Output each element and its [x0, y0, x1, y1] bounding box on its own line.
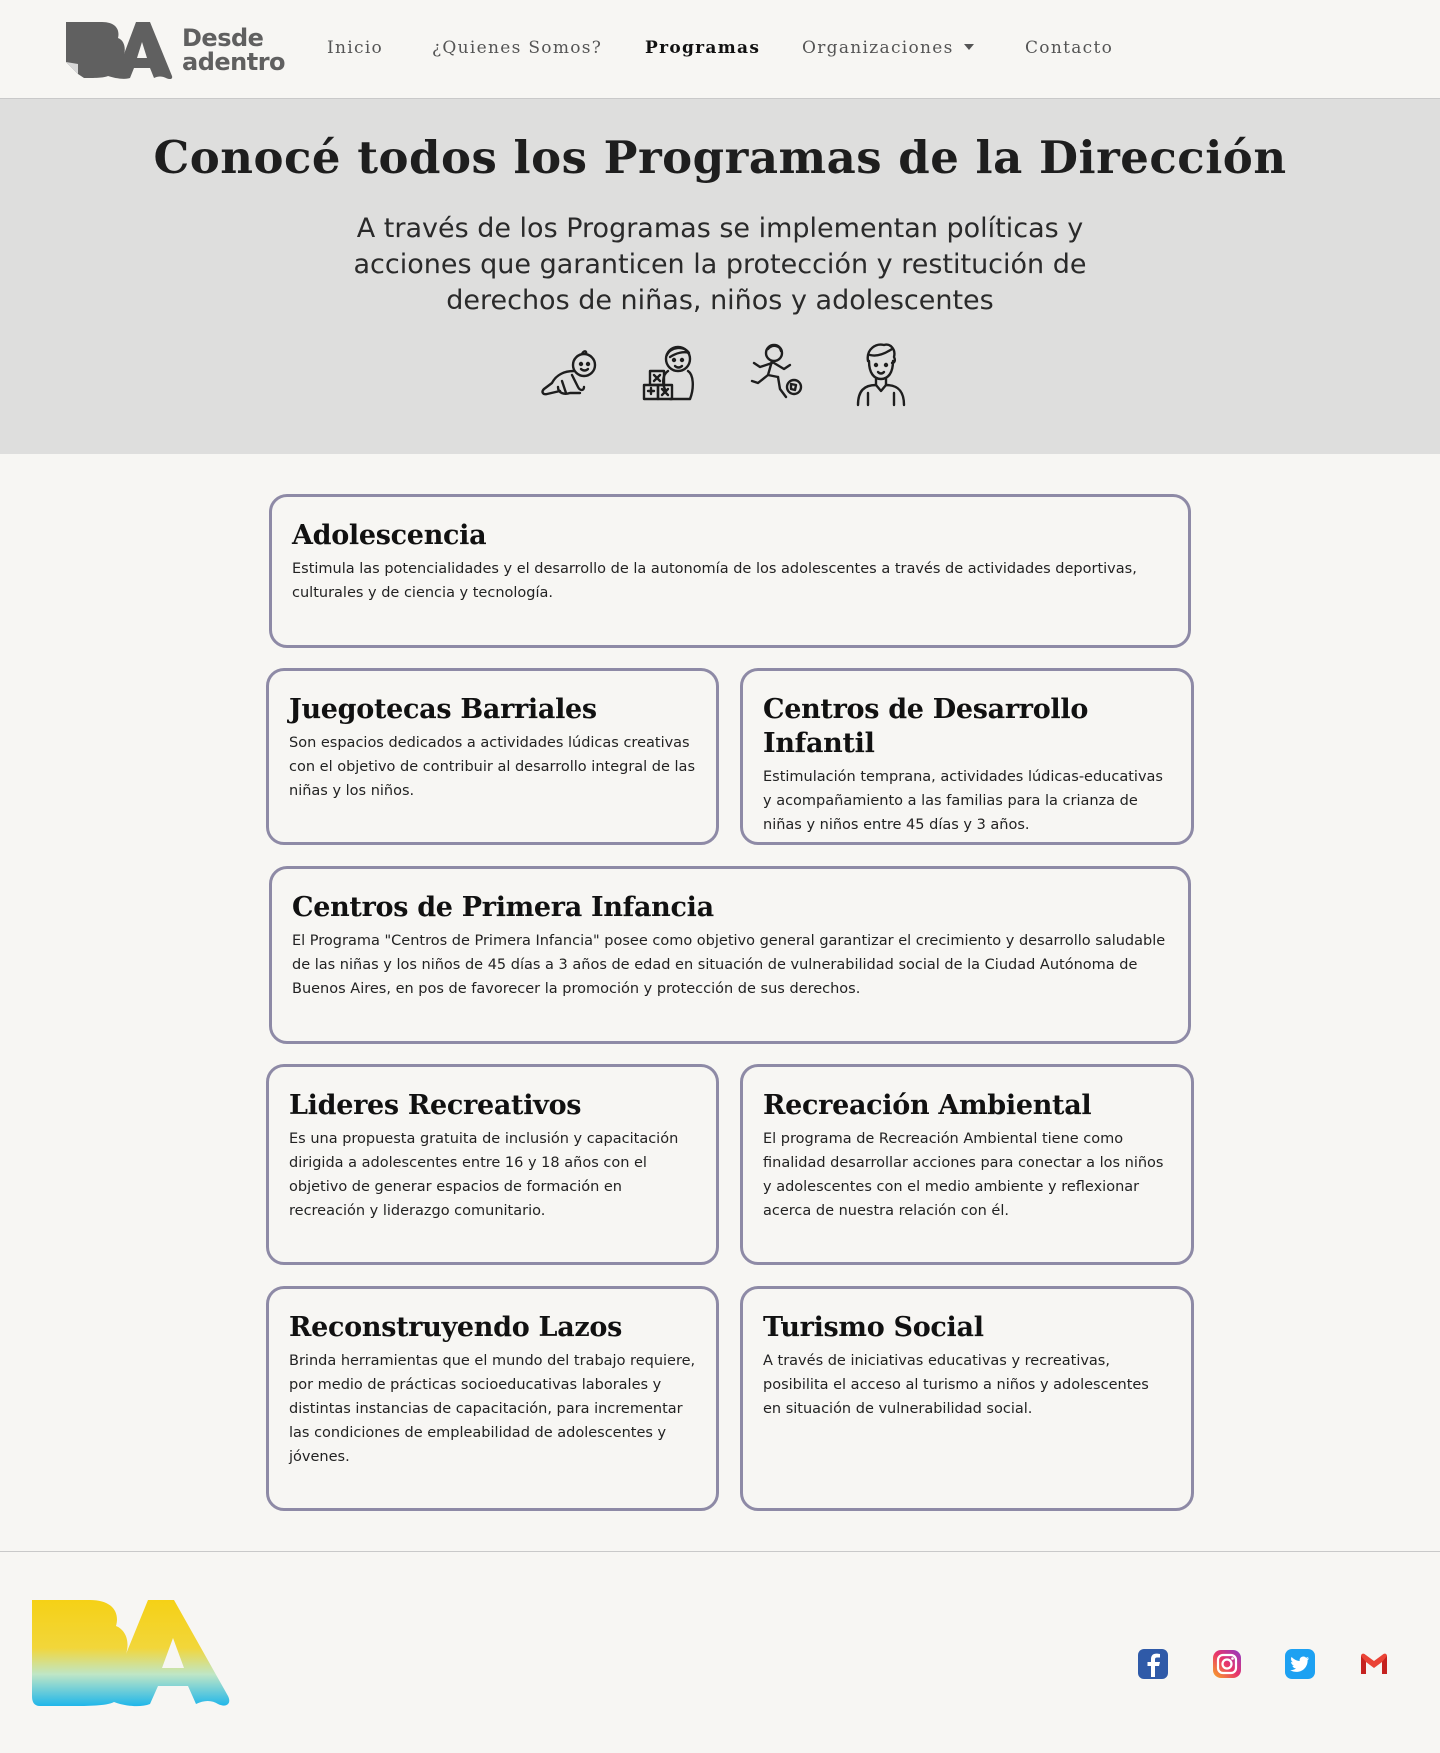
brand-logo[interactable]: Desde adentro: [64, 20, 286, 80]
nav-quienes-somos[interactable]: ¿Quienes Somos?: [432, 38, 602, 58]
program-title: Adolescencia: [292, 520, 487, 551]
program-description: A través de iniciativas educativas y rec…: [763, 1353, 1149, 1417]
program-title: Centros de Desarrollo Infantil: [763, 694, 1089, 759]
program-title: Juegotecas Barriales: [289, 694, 597, 725]
baby-crawling-icon: [541, 350, 597, 396]
ba-logo-gradient: [32, 1600, 230, 1707]
program-card-juegotecas-barriales[interactable]: Juegotecas Barriales Son espacios dedica…: [266, 668, 719, 845]
program-description: El programa de Recreación Ambiental tien…: [763, 1131, 1164, 1219]
program-card-lideres-recreativos[interactable]: Lideres Recreativos Es una propuesta gra…: [266, 1064, 719, 1265]
instagram-icon[interactable]: [1210, 1647, 1244, 1681]
brand-line-1: Desde: [182, 24, 264, 52]
navbar: Desde adentro Inicio ¿Quienes Somos? Pro…: [0, 0, 1440, 99]
brand-line-2: adentro: [182, 48, 286, 76]
program-title: Recreación Ambiental: [763, 1090, 1092, 1121]
nav-organizaciones-label: Organizaciones: [802, 38, 954, 58]
page-title: Conocé todos los Programas de la Direcci…: [153, 131, 1287, 184]
program-card-centros-primera-infancia[interactable]: Centros de Primera Infancia El Programa …: [269, 866, 1191, 1044]
nav-contacto[interactable]: Contacto: [1025, 38, 1113, 58]
program-card-recreacion-ambiental[interactable]: Recreación Ambiental El programa de Recr…: [740, 1064, 1194, 1265]
nav-programas[interactable]: Programas: [645, 38, 760, 58]
program-description: Es una propuesta gratuita de inclusión y…: [289, 1131, 679, 1219]
kid-playing-soccer-icon: [750, 343, 803, 399]
age-group-icons: [536, 341, 906, 409]
program-card-reconstruyendo-lazos[interactable]: Reconstruyendo Lazos Brinda herramientas…: [266, 1286, 719, 1511]
facebook-icon[interactable]: [1136, 1647, 1170, 1681]
hero-subtitle: A través de los Programas se implementan…: [353, 213, 1087, 316]
footer: [0, 1551, 1440, 1753]
child-playing-blocks-icon: [642, 345, 694, 401]
chevron-down-icon: [963, 43, 974, 50]
program-card-centros-desarrollo-infantil[interactable]: Centros de Desarrollo Infantil Estimulac…: [740, 668, 1194, 845]
program-description: Estimula las potencialidades y el desarr…: [292, 561, 1137, 601]
brand-wordmark: Desde adentro: [182, 24, 286, 76]
program-card-adolescencia[interactable]: Adolescencia Estimula las potencialidade…: [269, 494, 1191, 648]
program-description: Son espacios dedicados a actividades lúd…: [289, 735, 695, 799]
gmail-icon[interactable]: [1357, 1647, 1391, 1681]
program-title: Turismo Social: [763, 1312, 984, 1343]
program-title: Lideres Recreativos: [289, 1090, 582, 1121]
nav-organizaciones-dropdown[interactable]: Organizaciones: [802, 38, 974, 58]
program-title: Centros de Primera Infancia: [292, 892, 714, 923]
program-description: El Programa "Centros de Primera Infancia…: [292, 933, 1166, 997]
teenager-icon: [856, 343, 906, 407]
program-description: Estimulación temprana, actividades lúdic…: [763, 769, 1163, 833]
ba-logo-icon: [66, 22, 173, 80]
twitter-icon[interactable]: [1283, 1647, 1317, 1681]
nav-inicio[interactable]: Inicio: [327, 38, 383, 58]
hero-section: Conocé todos los Programas de la Direcci…: [0, 99, 1440, 454]
program-description: Brinda herramientas que el mundo del tra…: [289, 1353, 696, 1465]
program-title: Reconstruyendo Lazos: [289, 1312, 623, 1343]
program-card-turismo-social[interactable]: Turismo Social A través de iniciativas e…: [740, 1286, 1194, 1511]
